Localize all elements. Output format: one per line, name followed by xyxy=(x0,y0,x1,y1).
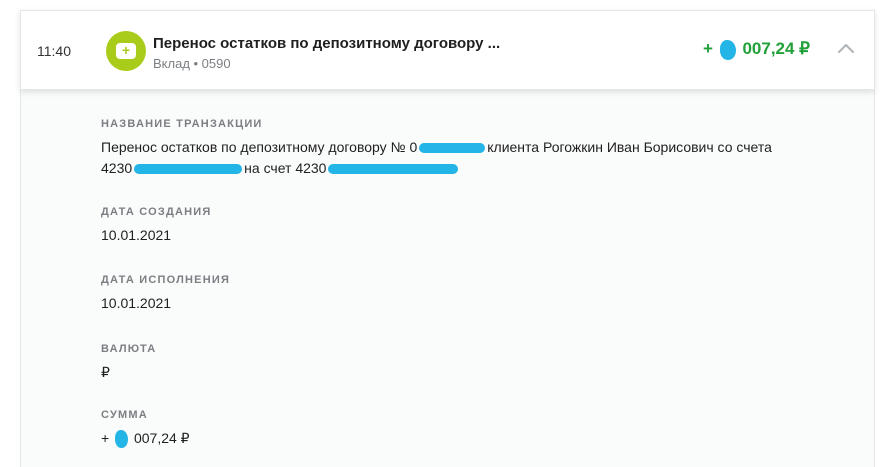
name-part: на счет 4230 xyxy=(244,160,327,176)
field-label: ДАТА СОЗДАНИЯ xyxy=(101,206,212,218)
field-value: Перенос остатков по депозитному договору… xyxy=(101,137,772,179)
transaction-title: Перенос остатков по депозитному договору… xyxy=(153,35,501,52)
field-value: + 007,24 ₽ xyxy=(101,428,190,449)
transaction-page: 11:40 + Перенос остатков по депозитному … xyxy=(0,0,893,467)
transaction-header[interactable]: 11:40 + Перенос остатков по депозитному … xyxy=(20,10,875,90)
field-label: НАЗВАНИЕ ТРАНЗАКЦИИ xyxy=(101,118,263,130)
field-executed-date: ДАТА ИСПОЛНЕНИЯ 10.01.2021 xyxy=(101,274,230,314)
amount-value: 007,24 ₽ xyxy=(742,39,810,58)
transaction-amount: + 007,24 ₽ xyxy=(703,39,810,60)
field-value: ₽ xyxy=(101,364,110,380)
transaction-time: 11:40 xyxy=(37,43,71,59)
field-created-date: ДАТА СОЗДАНИЯ 10.01.2021 xyxy=(101,206,212,246)
redaction-mark xyxy=(134,164,243,175)
transaction-subtitle: Вклад • 0590 xyxy=(153,56,231,71)
redaction-blob xyxy=(719,39,736,60)
sum-value: 007,24 ₽ xyxy=(133,430,190,446)
field-value: 10.01.2021 xyxy=(101,295,172,311)
name-part: клиента Рогожкин Иван Борисович со счета xyxy=(487,139,772,155)
transaction-details: НАЗВАНИЕ ТРАНЗАКЦИИ Перенос остатков по … xyxy=(20,90,875,467)
amount-prefix: + xyxy=(703,39,713,58)
field-label: ДАТА ИСПОЛНЕНИЯ xyxy=(101,274,231,286)
field-currency: ВАЛЮТА ₽ xyxy=(101,343,156,383)
plus-card-icon: + xyxy=(106,31,146,71)
chevron-up-icon[interactable] xyxy=(836,39,856,59)
name-part: 4230 xyxy=(101,160,133,176)
redaction-mark xyxy=(419,143,486,154)
field-sum: СУММА + 007,24 ₽ xyxy=(101,409,190,449)
name-part: Перенос остатков по депозитному договору… xyxy=(101,139,418,155)
redaction-blob xyxy=(115,430,129,449)
sum-prefix: + xyxy=(101,430,110,446)
field-label: СУММА xyxy=(101,409,148,421)
field-label: ВАЛЮТА xyxy=(101,343,157,355)
field-value: 10.01.2021 xyxy=(101,227,172,243)
redaction-mark xyxy=(328,164,459,175)
field-transaction-name: НАЗВАНИЕ ТРАНЗАКЦИИ Перенос остатков по … xyxy=(101,118,772,179)
